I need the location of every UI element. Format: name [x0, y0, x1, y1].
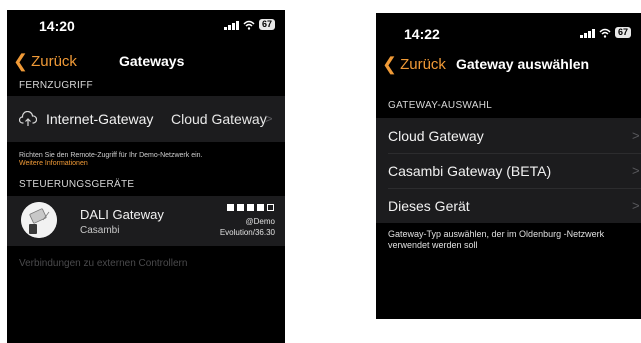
section-header-devices: STEUERUNGSGERÄTE	[19, 179, 135, 190]
gateway-footnote: Gateway-Typ auswählen, der im Oldenburg …	[388, 229, 605, 250]
gateway-device-icon	[21, 202, 57, 238]
status-time: 14:20	[39, 18, 75, 34]
more-info-link[interactable]: Weitere Informationen	[19, 160, 203, 168]
gateway-options-list: Cloud Gateway > Casambi Gateway (BETA) >…	[376, 118, 641, 223]
option-this-device[interactable]: Dieses Gerät >	[376, 189, 641, 223]
status-icons: 67	[223, 19, 275, 30]
section-header-gateway-select: GATEWAY-AUSWAHL	[388, 100, 493, 111]
remote-footnote-text: Richten Sie den Remote-Zugriff für Ihr D…	[19, 152, 203, 159]
status-bar: 14:20 67	[7, 10, 285, 36]
page-title: Gateway auswählen	[456, 56, 590, 72]
gateway-select-screen: 14:22 67 ❮ Zurück Gateway auswählen GATE…	[376, 13, 641, 319]
option-label: Casambi Gateway (BETA)	[388, 163, 552, 179]
device-vendor: Casambi	[80, 225, 120, 236]
device-version: Evolution/36.30	[219, 228, 275, 237]
option-label: Dieses Gerät	[388, 198, 470, 214]
back-label: Zurück	[400, 55, 446, 73]
back-label: Zurück	[31, 52, 77, 70]
back-button[interactable]: ❮ Zurück	[382, 55, 446, 73]
option-label: Cloud Gateway	[388, 128, 484, 144]
chevron-right-icon: >	[632, 128, 640, 143]
nav-bar: ❮ Zurück Gateway auswählen	[376, 55, 641, 77]
option-cloud-gateway[interactable]: Cloud Gateway >	[376, 118, 641, 153]
section-header-remote: FERNZUGRIFF	[19, 80, 93, 91]
option-casambi-gateway[interactable]: Casambi Gateway (BETA) >	[376, 154, 641, 188]
cloud-upload-icon	[19, 111, 37, 126]
nav-bar: ❮ Zurück Gateways	[7, 52, 285, 74]
device-row[interactable]: DALI Gateway Casambi @Demo Evolution/36.…	[7, 196, 285, 246]
status-icons: 67	[579, 27, 631, 38]
external-controllers-link[interactable]: Verbindungen zu externen Controllern	[19, 258, 187, 269]
device-name: DALI Gateway	[80, 207, 164, 222]
wifi-icon	[243, 20, 255, 30]
page-title: Gateways	[119, 53, 185, 69]
signal-strength-icon	[227, 204, 274, 211]
chevron-left-icon: ❮	[13, 51, 29, 71]
status-bar: 14:22 67	[376, 13, 641, 42]
chevron-right-icon: >	[632, 163, 640, 178]
internet-gateway-row[interactable]: Internet-Gateway Cloud Gateway >	[7, 96, 285, 142]
device-network: @Demo	[245, 217, 275, 226]
signal-icon	[223, 20, 239, 30]
status-time: 14:22	[404, 26, 440, 42]
battery-icon: 67	[258, 19, 275, 30]
chevron-right-icon: >	[632, 198, 640, 213]
chevron-left-icon: ❮	[382, 54, 398, 74]
internet-gateway-value: Cloud Gateway	[171, 111, 267, 127]
chevron-right-icon: >	[265, 111, 273, 126]
internet-gateway-label: Internet-Gateway	[46, 111, 154, 127]
gateways-screen: 14:20 67 ❮ Zurück Gateways FERNZUGRIFF I…	[7, 10, 285, 343]
back-button[interactable]: ❮ Zurück	[13, 52, 77, 70]
wifi-icon	[599, 28, 611, 38]
signal-icon	[579, 28, 595, 38]
remote-footnote: Richten Sie den Remote-Zugriff für Ihr D…	[19, 152, 203, 168]
battery-icon: 67	[614, 27, 631, 38]
